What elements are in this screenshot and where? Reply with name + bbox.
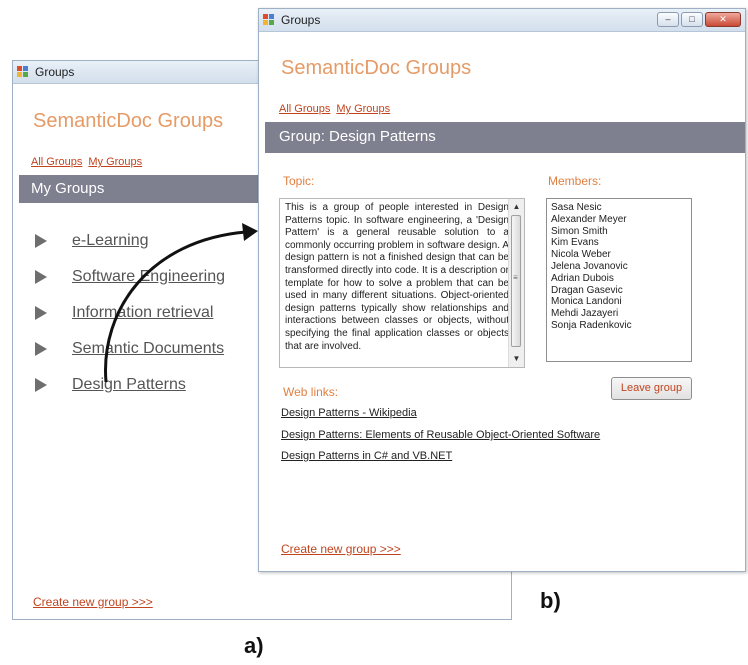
window-a-nav-links: All Groups My Groups bbox=[31, 156, 148, 168]
triangle-right-icon bbox=[35, 342, 47, 356]
all-groups-link[interactable]: All Groups bbox=[31, 156, 82, 168]
window-a-title: Groups bbox=[35, 65, 75, 79]
triangle-right-icon bbox=[35, 234, 47, 248]
window-b-controls: – □ ✕ bbox=[657, 12, 741, 27]
member-item[interactable]: Simon Smith bbox=[551, 226, 691, 238]
my-groups-link[interactable]: My Groups bbox=[336, 103, 390, 115]
caption-b: b) bbox=[540, 588, 561, 613]
window-b-app-title: SemanticDoc Groups bbox=[281, 57, 472, 79]
all-groups-link[interactable]: All Groups bbox=[279, 103, 330, 115]
members-list[interactable]: Sasa Nesic Alexander Meyer Simon Smith K… bbox=[546, 198, 692, 362]
scroll-down-icon[interactable]: ▼ bbox=[509, 352, 524, 366]
member-item[interactable]: Mehdi Jazayeri bbox=[551, 308, 691, 320]
group-link[interactable]: e-Learning bbox=[72, 232, 149, 250]
leave-group-button[interactable]: Leave group bbox=[611, 377, 692, 400]
my-groups-link[interactable]: My Groups bbox=[88, 156, 142, 168]
window-a-create-group-link[interactable]: Create new group >>> bbox=[33, 595, 153, 609]
weblinks-label: Web links: bbox=[283, 385, 339, 399]
group-link[interactable]: Design Patterns bbox=[72, 376, 186, 394]
member-item[interactable]: Alexander Meyer bbox=[551, 214, 691, 226]
window-a-header-title: My Groups bbox=[31, 180, 105, 197]
window-b-header-band: Group: Design Patterns bbox=[265, 122, 745, 153]
member-item[interactable]: Kim Evans bbox=[551, 237, 691, 249]
groups-app-icon bbox=[263, 14, 275, 26]
caption-a: a) bbox=[244, 633, 264, 658]
window-a-app-title: SemanticDoc Groups bbox=[33, 110, 224, 132]
topic-textbox[interactable]: This is a group of people interested in … bbox=[279, 198, 525, 368]
window-b-titlebar[interactable]: Groups – □ ✕ bbox=[259, 9, 745, 32]
member-item[interactable]: Jelena Jovanovic bbox=[551, 261, 691, 273]
weblink-item[interactable]: Design Patterns in C# and VB.NET bbox=[281, 450, 452, 462]
groups-app-icon bbox=[17, 66, 29, 78]
group-link[interactable]: Information retrieval bbox=[72, 304, 213, 322]
grip-icon: ≡ bbox=[513, 273, 518, 282]
minimize-icon[interactable]: – bbox=[657, 12, 679, 27]
member-item[interactable]: Sonja Radenkovic bbox=[551, 320, 691, 332]
members-label: Members: bbox=[548, 174, 602, 188]
group-title: Group: Design Patterns bbox=[279, 128, 436, 145]
window-b-title: Groups bbox=[281, 13, 321, 27]
member-item[interactable]: Dragan Gasevic bbox=[551, 285, 691, 297]
topic-text: This is a group of people interested in … bbox=[285, 202, 509, 352]
weblink-item[interactable]: Design Patterns - Wikipedia bbox=[281, 407, 417, 419]
group-link[interactable]: Software Engineering bbox=[72, 268, 225, 286]
topic-scrollbar[interactable]: ▲ ≡ ▼ bbox=[508, 199, 524, 367]
member-item[interactable]: Adrian Dubois bbox=[551, 273, 691, 285]
triangle-right-icon bbox=[35, 270, 47, 284]
window-b-create-group-link[interactable]: Create new group >>> bbox=[281, 542, 401, 556]
topic-label: Topic: bbox=[283, 174, 315, 188]
triangle-right-icon bbox=[35, 306, 47, 320]
close-icon[interactable]: ✕ bbox=[705, 12, 741, 27]
group-link[interactable]: Semantic Documents bbox=[72, 340, 224, 358]
member-item[interactable]: Nicola Weber bbox=[551, 249, 691, 261]
weblink-item[interactable]: Design Patterns: Elements of Reusable Ob… bbox=[281, 429, 600, 441]
window-b: Groups – □ ✕ SemanticDoc Groups All Grou… bbox=[258, 8, 746, 572]
window-b-nav-links: All Groups My Groups bbox=[279, 103, 396, 115]
scroll-thumb[interactable]: ≡ bbox=[511, 215, 521, 347]
scroll-up-icon[interactable]: ▲ bbox=[509, 200, 524, 214]
member-item[interactable]: Monica Landoni bbox=[551, 296, 691, 308]
maximize-icon[interactable]: □ bbox=[681, 12, 703, 27]
triangle-right-icon bbox=[35, 378, 47, 392]
member-item[interactable]: Sasa Nesic bbox=[551, 202, 691, 214]
